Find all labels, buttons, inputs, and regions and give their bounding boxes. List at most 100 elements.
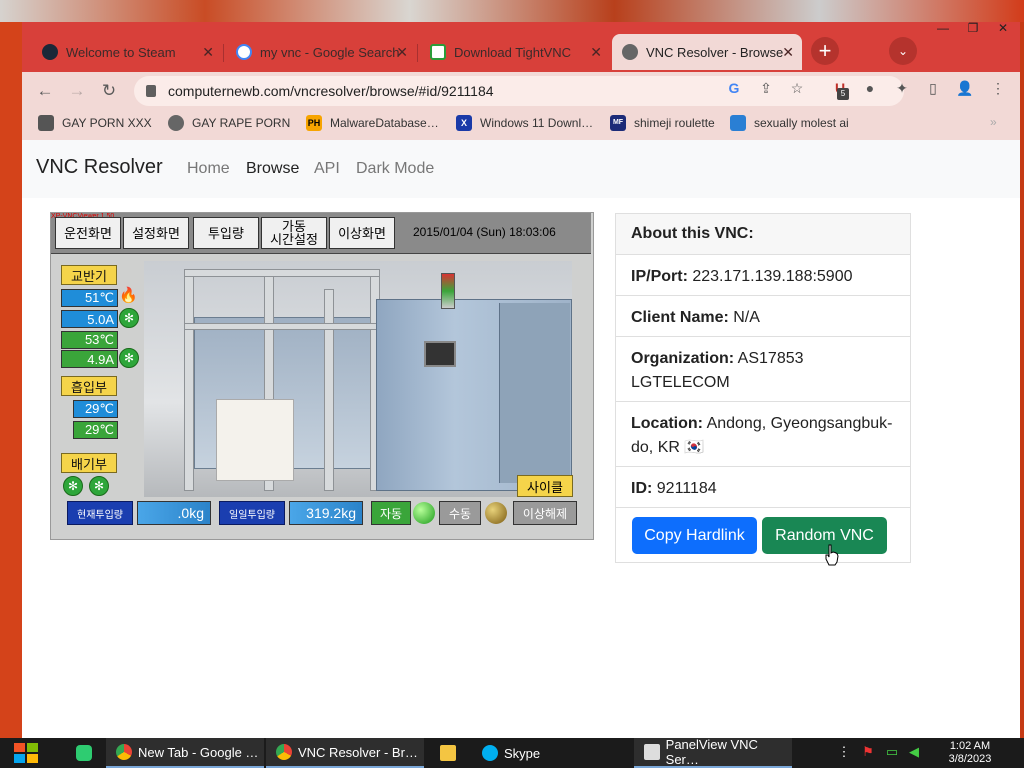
taskbar-item[interactable]: Skype	[472, 738, 630, 768]
back-arrow-icon[interactable]: ←	[34, 80, 56, 102]
close-window-button[interactable]: ✕	[988, 22, 1018, 39]
nav-home[interactable]: Home	[187, 160, 230, 178]
vnc-screenshot: XP-VNCViewer 1.50 운전화면 설정화면 투입량 가동 시간설정 …	[50, 212, 594, 540]
tab-google-search[interactable]: my vnc - Google Search ✕	[226, 34, 416, 70]
field-label: Client Name:	[631, 309, 729, 326]
profile-avatar-icon[interactable]: 👤	[955, 78, 975, 98]
bookmark-icon	[38, 115, 54, 131]
side-panel-icon[interactable]: ▯	[923, 78, 943, 98]
manual-mode: 수동	[439, 501, 481, 525]
volume-icon[interactable]: ◀	[906, 744, 922, 760]
taskbar-label: VNC Resolver - Br…	[298, 744, 418, 760]
taskbar-item[interactable]: New Tab - Google …	[106, 738, 264, 768]
tab-title: Welcome to Steam	[66, 44, 176, 60]
machine-cabinet-side	[499, 303, 570, 483]
share-icon[interactable]: ⇪	[756, 78, 776, 98]
browser-toolbar: ← → ↻ computernewb.com/vncresolver/brows…	[22, 72, 1020, 110]
taskbar-clock[interactable]: 1:02 AM 3/8/2023	[930, 740, 1010, 766]
skype-icon	[482, 745, 498, 761]
tab-tightvnc[interactable]: Download TightVNC ✕	[420, 34, 610, 70]
bookmark-label: MalwareDatabase…	[330, 116, 439, 130]
windows-taskbar: New Tab - Google … VNC Resolver - Br… Sk…	[0, 737, 1024, 768]
url-text: computernewb.com/vncresolver/browse/#id/…	[168, 83, 494, 99]
bookmark-label: GAY PORN XXX	[62, 116, 152, 130]
vnc-resolver-icon	[622, 44, 638, 60]
auto-lamp	[413, 502, 435, 524]
tab-close-icon[interactable]: ✕	[202, 44, 214, 61]
browser-window: — ❐ ✕ Welcome to Steam ✕ my vnc - Google…	[22, 22, 1020, 738]
tab-separator	[223, 44, 224, 62]
bookmark-star-icon[interactable]: ☆	[787, 78, 807, 98]
reload-icon[interactable]: ↻	[98, 80, 120, 102]
field-label: ID:	[631, 480, 653, 497]
hmi-button: 설정화면	[123, 217, 189, 249]
info-row-organization: Organization: AS17853 LGTELECOM	[616, 337, 910, 402]
restore-button[interactable]: ❐	[958, 22, 988, 39]
flag-icon[interactable]: ⚑	[860, 744, 876, 760]
copy-hardlink-button[interactable]: Copy Hardlink	[632, 517, 757, 554]
desktop-background-right	[1020, 22, 1024, 738]
frame-post	[184, 269, 194, 491]
bookmarks-overflow-icon[interactable]: »	[990, 115, 997, 129]
tab-close-icon[interactable]: ✕	[396, 44, 408, 61]
menu-kebab-icon[interactable]: ⋮	[988, 78, 1008, 98]
mixer-current-2: 4.9A	[61, 350, 118, 368]
fault-reset: 이상해제	[513, 501, 577, 525]
tightvnc-icon	[430, 44, 446, 60]
tab-separator	[417, 44, 418, 62]
taskbar-item[interactable]	[430, 738, 470, 768]
control-panel	[424, 341, 456, 367]
bookmark-label: GAY RAPE PORN	[192, 116, 291, 130]
extensions-puzzle-icon[interactable]: ✦	[892, 78, 912, 98]
frame-post	[324, 289, 334, 491]
profile-extension-icon[interactable]: ●	[860, 78, 880, 98]
bookmark-item[interactable]: PH MalwareDatabase…	[306, 115, 439, 131]
current-input-value: .0kg	[137, 501, 211, 525]
site-navbar: VNC Resolver Home Browse API Dark Mode	[22, 140, 1020, 198]
new-tab-button[interactable]: +	[811, 37, 839, 65]
card-title: About this VNC:	[631, 225, 754, 242]
info-row-ipport: IP/Port: 223.171.139.188:5900	[616, 255, 910, 296]
taskbar-pinned-app[interactable]	[66, 738, 100, 768]
chrome-icon	[116, 744, 132, 760]
nav-dark-mode[interactable]: Dark Mode	[356, 160, 434, 178]
overflow-kebab-icon[interactable]: ⋮	[836, 744, 852, 760]
site-brand[interactable]: VNC Resolver	[36, 156, 163, 179]
bookmark-item[interactable]: sexually molest ai	[730, 115, 849, 131]
tab-close-icon[interactable]: ✕	[782, 44, 794, 61]
bookmark-label: Windows 11 Downl…	[480, 116, 594, 130]
chrome-icon	[276, 744, 292, 760]
x-icon: X	[456, 115, 472, 131]
card-header: About this VNC:	[616, 214, 910, 255]
auto-mode: 자동	[371, 501, 411, 525]
info-row-id: ID: 9211184	[616, 467, 910, 508]
windows-start-icon[interactable]	[10, 741, 42, 765]
hmi-button: 가동 시간설정	[261, 217, 327, 249]
bookmark-item[interactable]: MF shimeji roulette	[610, 115, 715, 131]
tab-close-icon[interactable]: ✕	[590, 44, 602, 61]
network-icon[interactable]: ▭	[884, 744, 900, 760]
google-lens-icon[interactable]: G	[724, 78, 744, 98]
tab-vnc-resolver[interactable]: VNC Resolver - Browse ✕	[612, 34, 802, 70]
tab-search-button[interactable]: ⌄	[889, 37, 917, 65]
info-row-location: Location: Andong, Gyeongsangbuk-do, KR 🇰…	[616, 402, 910, 467]
tab-steam[interactable]: Welcome to Steam ✕	[32, 34, 222, 70]
bookmark-item[interactable]: X Windows 11 Downl…	[456, 115, 593, 131]
hmi-button: 운전화면	[55, 217, 121, 249]
hmi-header: XP-VNCViewer 1.50 운전화면 설정화면 투입량 가동 시간설정 …	[51, 213, 591, 254]
taskbar-item[interactable]: VNC Resolver - Br…	[266, 738, 424, 768]
fan-icon: ✻	[119, 348, 139, 368]
bookmark-item[interactable]: GAY PORN XXX	[38, 115, 152, 131]
bookmarks-bar: GAY PORN XXX GAY RAPE PORN PH MalwareDat…	[22, 110, 1020, 141]
taskbar-item[interactable]: PanelView VNC Ser…	[634, 737, 792, 768]
bookmark-item[interactable]: GAY RAPE PORN	[168, 115, 290, 131]
mixer-current-1: 5.0A	[61, 310, 118, 328]
tab-title: Download TightVNC	[454, 44, 572, 60]
nav-browse[interactable]: Browse	[246, 160, 299, 178]
minimize-button[interactable]: —	[928, 22, 958, 39]
forward-arrow-icon[interactable]: →	[66, 80, 88, 102]
mixer-label: 교반기	[61, 265, 117, 285]
nav-api[interactable]: API	[314, 160, 340, 178]
globe-icon	[168, 115, 184, 131]
vnc-info-card: About this VNC: IP/Port: 223.171.139.188…	[615, 213, 911, 563]
